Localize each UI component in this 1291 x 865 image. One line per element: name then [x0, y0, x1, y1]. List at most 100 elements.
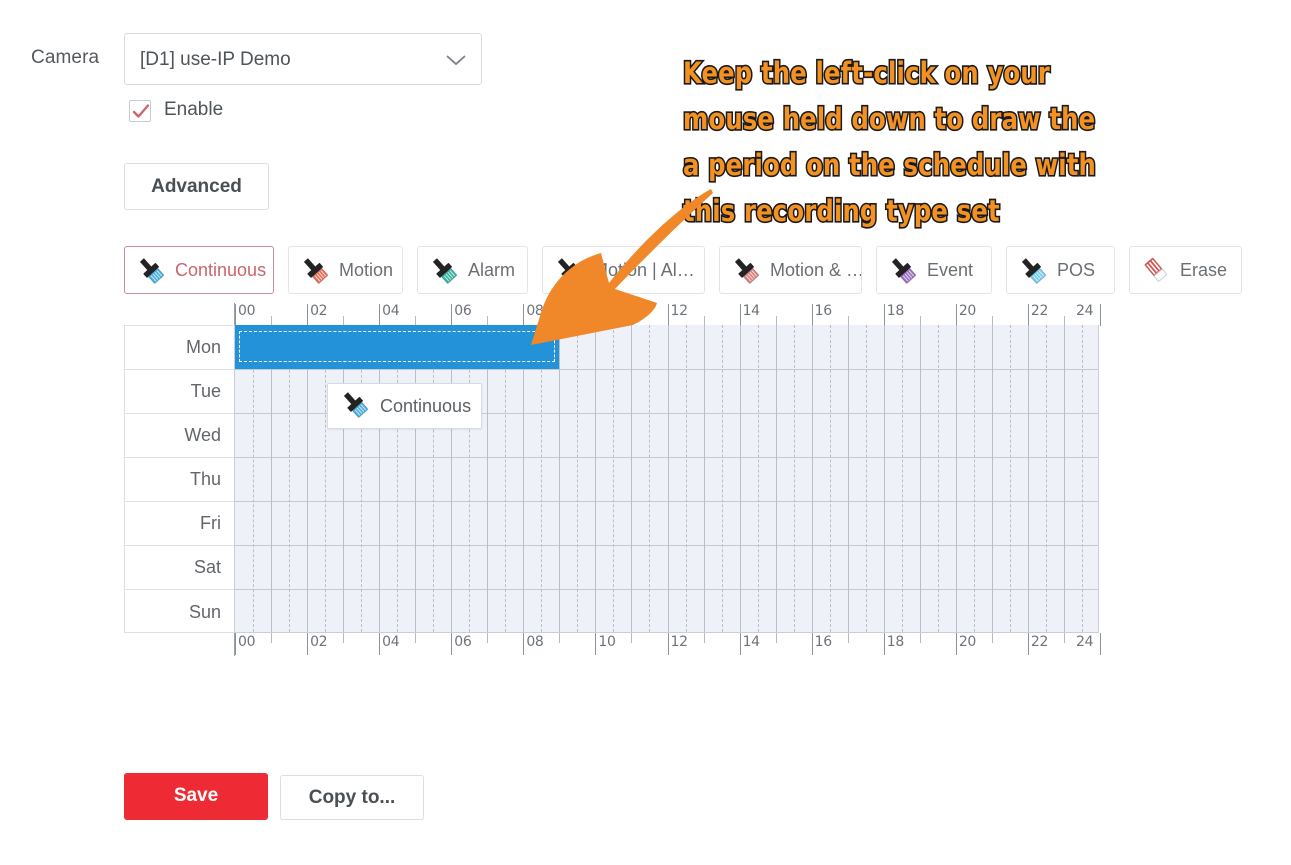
record-type-button-event[interactable]: Event [876, 246, 992, 294]
axis-tick [703, 633, 705, 643]
axis-tick [667, 633, 669, 655]
grid-half-hour-line [829, 325, 831, 632]
axis-tick [739, 633, 741, 655]
day-label-sat: Sat [125, 546, 234, 590]
axis-tick [343, 633, 345, 643]
grid-hour-line [343, 325, 345, 632]
record-type-button-motion-al[interactable]: Motion | Al… [542, 246, 705, 294]
record-type-label: POS [1057, 259, 1096, 280]
axis-hour-label: 22 [1030, 303, 1049, 319]
grid-half-hour-line [793, 325, 795, 632]
grid-hour-line [847, 325, 849, 632]
copy-to-button[interactable]: Copy to... [280, 775, 424, 820]
annotation-line: mouse held down to draw the [682, 100, 1097, 137]
record-type-label: Event [927, 259, 974, 280]
record-type-button-motion[interactable]: Motion [288, 246, 403, 294]
grid-half-hour-line [325, 325, 327, 632]
axis-tick [451, 304, 453, 326]
axis-tick [559, 633, 561, 643]
grid-half-hour-line [1009, 325, 1011, 632]
grid-day-line [235, 545, 1098, 546]
axis-hour-label: 08 [526, 634, 544, 650]
record-type-button-erase[interactable]: Erase [1129, 246, 1242, 294]
record-type-label: Motion | Al… [593, 259, 695, 280]
grid-hour-line [595, 325, 597, 632]
grid-day-line [235, 501, 1098, 502]
axis-tick [235, 633, 236, 655]
axis-hour-label: 00 [238, 634, 256, 650]
grid-day-line [235, 457, 1098, 458]
grid-hour-line [703, 325, 705, 632]
axis-tick [667, 304, 669, 326]
annotation-line: this recording type set [682, 192, 1002, 229]
axis-tick [523, 304, 525, 326]
day-label-wed: Wed [125, 414, 234, 458]
axis-tick [379, 304, 381, 326]
grid-hour-line [523, 325, 525, 632]
grid-half-hour-line [361, 325, 363, 632]
schedule-axis-top: 00 02 04 06 08 10 12 14 16 18 20 22 24 [234, 303, 1101, 326]
grid-half-hour-line [973, 325, 975, 632]
schedule-selection-block[interactable] [235, 325, 560, 369]
grid-hour-line [451, 325, 453, 632]
record-type-button-alarm[interactable]: Alarm [417, 246, 528, 294]
grid-half-hour-line [685, 325, 687, 632]
eraser-icon [1141, 255, 1171, 285]
grid-day-line [235, 369, 1098, 370]
brush-icon [136, 255, 166, 285]
grid-hour-line [307, 325, 309, 632]
grid-day-line [235, 589, 1098, 590]
grid-hour-line [883, 325, 885, 632]
record-type-button-continuous[interactable]: Continuous [124, 246, 274, 294]
enable-label: Enable [164, 99, 224, 120]
axis-tick [235, 304, 236, 326]
save-button[interactable]: Save [124, 773, 268, 820]
axis-hour-label: 10 [598, 634, 616, 650]
grid-half-hour-line [433, 325, 435, 632]
axis-hour-label: 12 [670, 303, 689, 319]
advanced-button-label: Advanced [151, 176, 242, 197]
camera-select[interactable]: [D1] use-IP Demo [124, 33, 482, 85]
advanced-button[interactable]: Advanced [124, 163, 269, 210]
grid-hour-line [991, 325, 993, 632]
axis-tick [1063, 633, 1065, 643]
selection-dashed-border [239, 331, 556, 362]
axis-tick [307, 633, 309, 655]
schedule-canvas[interactable] [234, 325, 1099, 633]
grid-hour-line [631, 325, 633, 632]
grid-hour-line [919, 325, 921, 632]
axis-tick [991, 633, 993, 643]
grid-half-hour-line [865, 325, 867, 632]
axis-hour-label: 08 [526, 303, 544, 319]
axis-tick [775, 633, 777, 643]
axis-hour-label: 20 [958, 634, 977, 650]
axis-hour-label: 16 [814, 634, 833, 650]
record-type-button-motion[interactable]: Motion & … [719, 246, 862, 294]
record-type-button-pos[interactable]: POS [1006, 246, 1115, 294]
enable-checkbox[interactable] [129, 100, 151, 122]
axis-tick [1027, 633, 1029, 655]
brush-icon [340, 389, 370, 424]
schedule-axis-bottom: 00 02 04 06 08 10 12 14 16 18 20 22 24 [234, 633, 1101, 656]
grid-hour-line [379, 325, 381, 632]
axis-tick [271, 633, 273, 643]
axis-hour-label: 04 [382, 303, 400, 319]
camera-select-value: [D1] use-IP Demo [140, 49, 291, 70]
brush-icon [888, 255, 918, 285]
grid-half-hour-line [505, 325, 507, 632]
camera-label: Camera [31, 47, 100, 68]
tooltip-label: Continuous [380, 395, 472, 416]
record-type-label: Erase [1180, 259, 1228, 280]
annotation-line: Keep the left-click on your [682, 54, 1052, 91]
schedule-grid: 00 02 04 06 08 10 12 14 16 18 20 22 24 Mon Tue Wed Thu F… [124, 303, 1101, 656]
check-icon [132, 104, 150, 118]
axis-tick [487, 633, 489, 643]
grid-half-hour-line [901, 325, 903, 632]
axis-hour-label: 14 [742, 634, 761, 650]
grid-half-hour-line [541, 325, 543, 632]
axis-hour-label: 00 [238, 303, 256, 319]
grid-hour-line [415, 325, 417, 632]
day-label-fri: Fri [125, 502, 234, 546]
axis-hour-label: 22 [1030, 634, 1049, 650]
axis-tick [595, 633, 597, 655]
